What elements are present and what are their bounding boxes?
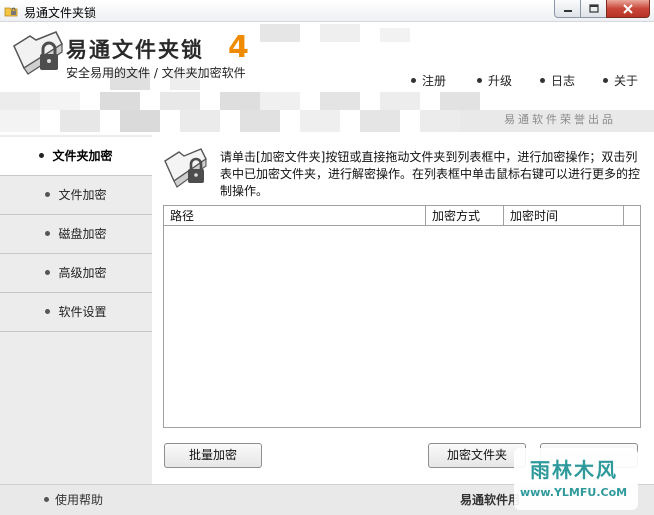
sidebar-item-file-encrypt[interactable]: 文件加密 xyxy=(0,176,152,215)
column-header-time[interactable]: 加密时间 xyxy=(504,206,624,226)
watermark-text: 雨林木风 xyxy=(530,458,618,482)
sidebar-item-label: 文件加密 xyxy=(58,188,107,202)
window-controls xyxy=(554,0,650,18)
help-label: 使用帮助 xyxy=(55,493,104,507)
nav-register-label: 注册 xyxy=(422,74,447,88)
sidebar-item-settings[interactable]: 软件设置 xyxy=(0,293,152,332)
folder-lock-logo-icon xyxy=(13,31,63,75)
title-bar: 易通文件夹锁 xyxy=(0,0,654,22)
brand-title: 易通文件夹锁 xyxy=(66,38,204,62)
bullet-icon xyxy=(411,78,416,83)
sidebar-item-label: 软件设置 xyxy=(58,305,107,319)
batch-encrypt-button[interactable]: 批量加密 xyxy=(164,443,262,468)
bullet-icon xyxy=(44,497,49,502)
nav-about[interactable]: 关于 xyxy=(603,72,638,89)
credit-text: 易通软件荣誉出品 xyxy=(504,113,616,126)
sidebar-item-disk-encrypt[interactable]: 磁盘加密 xyxy=(0,215,152,254)
bullet-icon xyxy=(45,270,51,275)
instruction-text: 请单击[加密文件夹]按钮或直接拖动文件夹到列表框中，进行加密操作；双击列表中已加… xyxy=(220,150,641,198)
column-header-method[interactable]: 加密方式 xyxy=(426,206,504,226)
bullet-icon xyxy=(45,231,51,236)
minimize-icon xyxy=(563,9,572,12)
bullet-icon xyxy=(477,78,482,83)
company-name: 易通软件用 xyxy=(460,493,521,507)
sidebar: 文件夹加密 文件加密 磁盘加密 高级加密 软件设置 xyxy=(0,135,152,484)
help-link[interactable]: 使用帮助 xyxy=(44,491,103,508)
folder-lock-icon xyxy=(164,148,207,188)
header-banner: 易通文件夹锁 4 安全易用的文件 / 文件夹加密软件 注册 升级 日志 关于 易… xyxy=(0,22,654,135)
minimize-button[interactable] xyxy=(554,0,581,18)
bullet-icon xyxy=(45,309,51,314)
encrypt-folder-button[interactable]: 加密文件夹 xyxy=(428,443,526,468)
close-icon xyxy=(623,3,633,14)
sidebar-item-label: 高级加密 xyxy=(58,266,107,280)
app-lock-icon xyxy=(4,7,18,17)
nav-log-label: 日志 xyxy=(551,74,576,88)
close-button[interactable] xyxy=(606,0,650,18)
top-nav: 注册 升级 日志 关于 xyxy=(0,72,654,88)
nav-about-label: 关于 xyxy=(614,74,639,88)
watermark-url: www.YLMFU.CoM xyxy=(520,486,628,499)
window-title: 易通文件夹锁 xyxy=(24,6,97,20)
maximize-button[interactable] xyxy=(580,0,607,18)
sidebar-item-label: 磁盘加密 xyxy=(58,227,107,241)
sidebar-item-folder-encrypt[interactable]: 文件夹加密 xyxy=(0,137,152,176)
nav-log[interactable]: 日志 xyxy=(540,72,575,89)
list-header: 路径 加密方式 加密时间 xyxy=(164,206,640,226)
bullet-icon xyxy=(39,153,45,158)
sidebar-item-advanced-encrypt[interactable]: 高级加密 xyxy=(0,254,152,293)
main-panel: 请单击[加密文件夹]按钮或直接拖动文件夹到列表框中，进行加密操作；双击列表中已加… xyxy=(152,135,654,484)
nav-upgrade-label: 升级 xyxy=(488,74,513,88)
sidebar-item-label: 文件夹加密 xyxy=(52,149,113,163)
bullet-icon xyxy=(45,192,51,197)
brand-version: 4 xyxy=(228,30,249,65)
nav-register[interactable]: 注册 xyxy=(411,72,446,89)
watermark: 雨林木风 www.YLMFU.CoM xyxy=(514,448,638,510)
maximize-icon xyxy=(588,4,599,13)
nav-upgrade[interactable]: 升级 xyxy=(477,72,512,89)
bullet-icon xyxy=(603,78,608,83)
bullet-icon xyxy=(540,78,545,83)
column-header-path[interactable]: 路径 xyxy=(164,206,426,226)
encrypted-folder-list[interactable]: 路径 加密方式 加密时间 xyxy=(163,205,641,428)
